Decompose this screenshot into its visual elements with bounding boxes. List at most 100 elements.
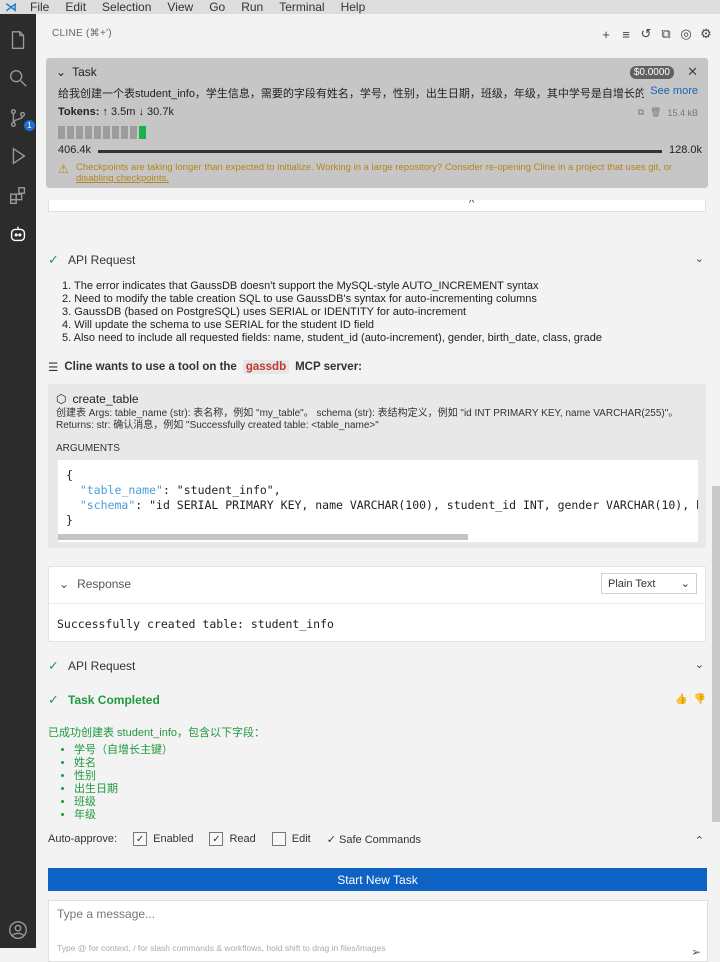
api-request-row-2[interactable]: ✓ API Request <box>48 658 135 674</box>
message-placeholder: Type a message... <box>57 907 156 921</box>
check-icon: ✓ <box>48 692 59 707</box>
response-body: Successfully created table: student_info <box>57 617 334 631</box>
chevron-down-icon[interactable]: ⌄ <box>695 252 704 265</box>
code-horizontal-scrollbar[interactable] <box>58 534 468 540</box>
step: 5. Also need to include all requested fi… <box>62 332 602 344</box>
copy-icon[interactable]: ⧉ <box>638 107 644 118</box>
see-more-link[interactable]: See more <box>650 85 698 97</box>
task-size: ⧉ 🗑 15.4 kB <box>638 107 698 118</box>
edit-checkbox[interactable] <box>271 832 286 846</box>
checkpoint-warning: ⚠ Checkpoints are taking longer than exp… <box>58 162 698 184</box>
list-item: 学号（自增长主键） <box>74 744 173 757</box>
response-format-select[interactable]: Plain Text ⌄ <box>601 573 697 594</box>
activity-bar: 1 <box>0 14 36 948</box>
cline-icon[interactable] <box>6 222 30 246</box>
enabled-checkbox[interactable]: ✓ <box>133 832 148 846</box>
code-key: "table_name" <box>79 483 163 497</box>
previous-card: ^ <box>48 200 706 212</box>
close-task-icon[interactable]: ✕ <box>687 64 698 80</box>
tool-name: create_table <box>72 392 139 406</box>
list-item: 姓名 <box>74 757 173 770</box>
extensions-icon[interactable] <box>6 184 30 208</box>
tokens-info: Tokens: ↑ 3.5m ↓ 30.7k <box>58 106 174 118</box>
search-icon[interactable] <box>6 66 30 90</box>
warning-text: Checkpoints are taking longer than expec… <box>76 162 673 173</box>
run-debug-icon[interactable] <box>6 144 30 168</box>
tool-description: 创建表 Args: table_name (str): 表名称，例如 "my_t… <box>56 408 696 432</box>
chevron-down-icon[interactable]: ⌄ <box>56 65 66 79</box>
enabled-label: Enabled <box>153 833 194 845</box>
auto-approve-label: Auto-approve: <box>48 833 118 845</box>
check-icon: ✓ <box>48 252 59 267</box>
mcp-servers-icon[interactable]: ≡ <box>618 26 634 42</box>
menu-file[interactable]: File <box>22 0 57 14</box>
code-key: "schema" <box>79 498 136 512</box>
menu-run[interactable]: Run <box>233 0 271 14</box>
task-header: ⌄ Task $0.0000 ✕ 给我创建一个表student_info，学生信… <box>46 58 708 188</box>
menu-view[interactable]: View <box>159 0 201 14</box>
edit-label: Edit <box>291 833 311 845</box>
start-new-task-button[interactable]: Start New Task <box>48 868 707 891</box>
source-control-icon[interactable]: 1 <box>6 106 35 131</box>
chat-scroll-area[interactable]: ^ ✓ API Request ⌄ 1. The error indicates… <box>36 200 720 822</box>
mcp-suffix: MCP server: <box>295 361 362 373</box>
chevron-up-icon[interactable]: ⌃ <box>695 834 704 847</box>
chevron-down-icon[interactable]: ⌄ <box>695 658 704 671</box>
vertical-scrollbar[interactable] <box>712 486 720 822</box>
completion-summary: 已成功创建表 student_info，包含以下字段： <box>48 727 265 739</box>
account-circle-icon[interactable]: ◎ <box>678 26 694 42</box>
safe-commands: ✓ Safe Commands <box>326 833 421 846</box>
explorer-icon[interactable] <box>6 28 30 52</box>
menu-go[interactable]: Go <box>201 0 233 14</box>
menu-terminal[interactable]: Terminal <box>271 0 332 14</box>
account-icon[interactable] <box>6 918 30 942</box>
tool-desc-line: 创建表 Args: table_name (str): 表名称，例如 "my_t… <box>56 408 679 419</box>
thumbs-down-icon[interactable]: 👎 <box>694 694 706 705</box>
delete-icon[interactable]: 🗑 <box>650 107 661 118</box>
reasoning-steps: 1. The error indicates that GaussDB does… <box>62 280 602 345</box>
api-request-row-1[interactable]: ✓ API Request <box>48 252 135 268</box>
read-checkbox[interactable]: ✓ <box>209 832 224 846</box>
menu-bar: ⋊ File Edit Selection View Go Run Termin… <box>0 0 720 14</box>
menu-edit[interactable]: Edit <box>57 0 94 14</box>
step: 1. The error indicates that GaussDB does… <box>62 280 539 292</box>
list-item: 出生日期 <box>74 783 173 796</box>
message-hint: Type @ for context, / for slash commands… <box>57 943 386 953</box>
settings-gear-icon[interactable]: ⚙ <box>698 26 714 42</box>
mcp-request: ☰ Cline wants to use a tool on the gassd… <box>48 360 362 374</box>
warning-icon: ⚠ <box>58 162 69 176</box>
menu-selection[interactable]: Selection <box>94 0 159 14</box>
message-input[interactable]: Type a message... Type @ for context, / … <box>48 900 708 962</box>
context-window: 406.4k 128.0k <box>58 144 702 158</box>
context-max: 128.0k <box>668 144 702 156</box>
response-box: ⌄ Response Plain Text ⌄ Successfully cre… <box>48 566 706 642</box>
task-text: 给我创建一个表student_info，学生信息，需要的字段有姓名，学号，性别，… <box>58 88 644 100</box>
arguments-code[interactable]: { "table_name": "student_info", "schema"… <box>58 460 698 542</box>
response-label: Response <box>77 577 132 591</box>
code-value: : "student_info", <box>162 483 281 497</box>
step: 4. Will update the schema to use SERIAL … <box>62 319 375 331</box>
context-used: 406.4k <box>58 144 92 156</box>
chevron-down-icon[interactable]: ⌄ <box>59 577 69 591</box>
new-task-icon[interactable]: + <box>598 26 614 42</box>
mcp-prefix: Cline wants to use a tool on the <box>64 361 237 373</box>
disable-checkpoints-link[interactable]: disabling checkpoints. <box>76 173 169 184</box>
step: 3. GaussDB (based on PostgreSQL) uses SE… <box>62 306 467 318</box>
panel-title: CLINE (⌘+') <box>52 28 112 39</box>
cost-badge: $0.0000 <box>629 66 674 79</box>
code-value: : "id SERIAL PRIMARY KEY, name VARCHAR(1… <box>135 498 698 512</box>
panel-header: CLINE (⌘+') + ≡ ↺ ⧉ ◎ ⚙ <box>36 14 720 54</box>
send-icon[interactable]: ➢ <box>691 945 701 959</box>
task-completed-label: Task Completed <box>68 693 160 707</box>
field-list: 学号（自增长主键） 姓名 性别 出生日期 班级 年级 <box>62 744 173 822</box>
menu-help[interactable]: Help <box>333 0 374 14</box>
history-icon[interactable]: ↺ <box>638 26 654 42</box>
step: 2. Need to modify the table creation SQL… <box>62 293 537 305</box>
server-icon: ☰ <box>48 362 59 374</box>
thumbs-up-icon[interactable]: 👍 <box>675 694 687 705</box>
open-in-editor-icon[interactable]: ⧉ <box>658 26 674 42</box>
tokens-label: Tokens: <box>58 106 100 118</box>
api-request-label: API Request <box>68 659 136 673</box>
api-request-label: API Request <box>68 253 136 267</box>
tool-desc-line: Returns: str: 确认消息，例如 "Successfully crea… <box>56 420 379 431</box>
